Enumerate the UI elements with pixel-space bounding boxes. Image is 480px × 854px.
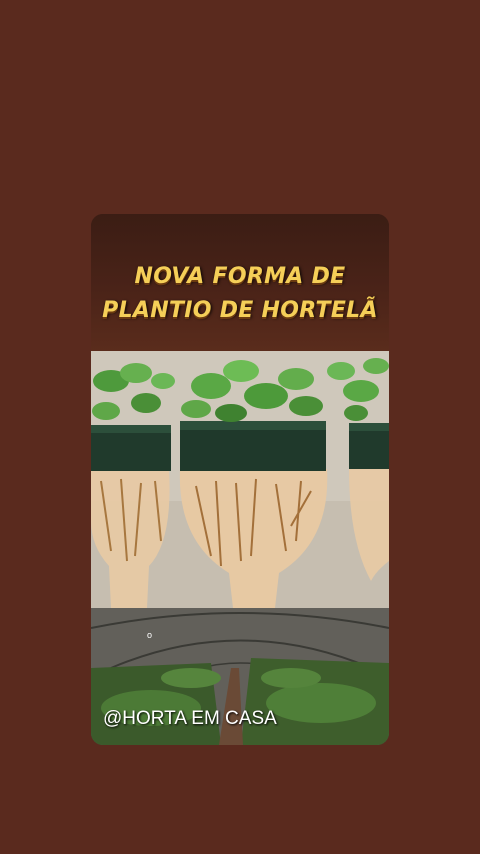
mint-bottles-photo	[91, 351, 389, 608]
title-banner: NOVA FORMA DE PLANTIO DE HORTELÃ	[91, 214, 389, 351]
mint-bottles-illustration	[91, 351, 389, 608]
title-line-1: NOVA FORMA DE	[134, 263, 346, 289]
story-card[interactable]: NOVA FORMA DE PLANTIO DE HORTELÃ o @HORT…	[91, 214, 389, 745]
account-handle[interactable]: @HORTA EM CASA	[103, 708, 277, 730]
overlay-mark: o	[147, 630, 153, 640]
title-line-2: PLANTIO DE HORTELÃ	[102, 297, 378, 323]
